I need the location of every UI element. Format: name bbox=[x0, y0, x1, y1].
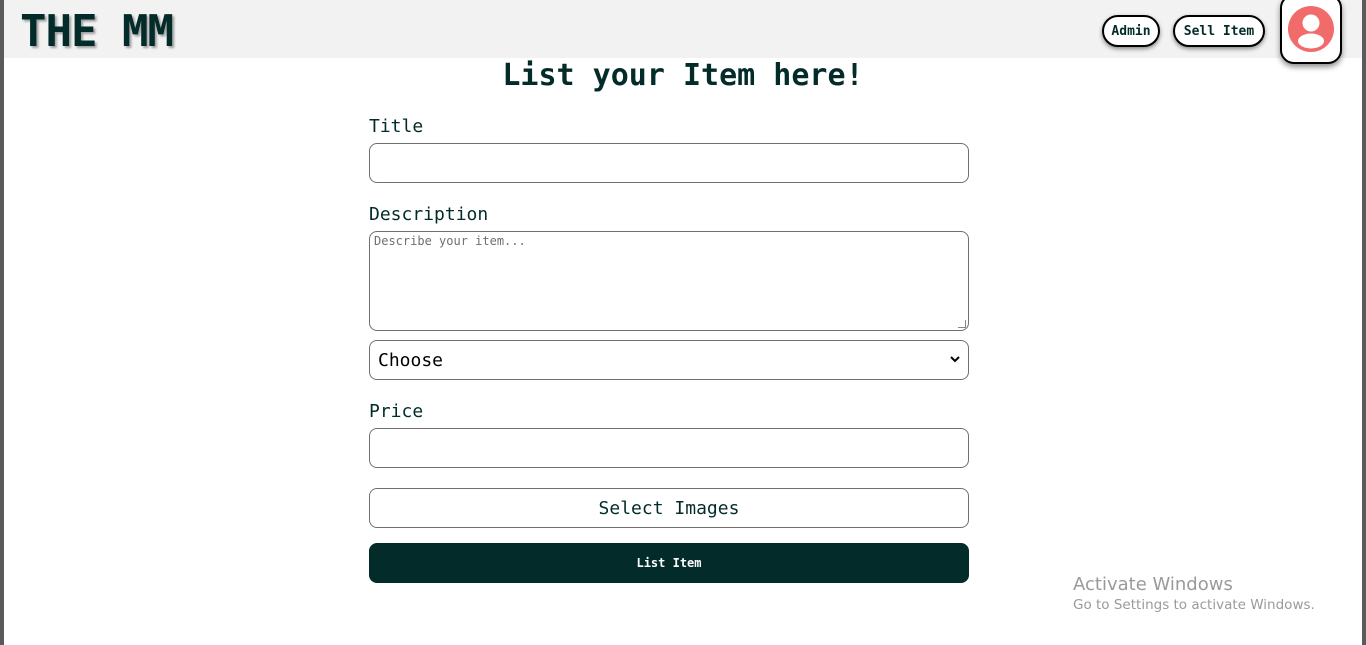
profile-button[interactable] bbox=[1280, 0, 1342, 64]
select-images-button[interactable]: Select Images bbox=[369, 488, 969, 528]
price-input[interactable] bbox=[369, 428, 969, 468]
price-label: Price bbox=[369, 401, 424, 422]
sell-item-button[interactable]: Sell Item bbox=[1173, 15, 1265, 47]
windows-activation-watermark: Activate Windows Go to Settings to activ… bbox=[1073, 574, 1315, 613]
resize-handle-icon[interactable] bbox=[958, 320, 966, 328]
window-border-left bbox=[0, 0, 4, 645]
user-circle-icon bbox=[1288, 6, 1334, 52]
page-title: List your Item here! bbox=[502, 58, 864, 93]
navbar: THE MM Admin Sell Item bbox=[4, 0, 1362, 64]
list-item-button[interactable]: List Item bbox=[369, 543, 969, 583]
site-logo[interactable]: THE MM bbox=[20, 6, 174, 57]
description-textarea[interactable]: Describe your item... bbox=[369, 231, 969, 331]
description-label: Description bbox=[369, 204, 489, 225]
title-input[interactable] bbox=[369, 143, 969, 183]
watermark-title: Activate Windows bbox=[1073, 574, 1233, 595]
category-select[interactable]: Choose bbox=[369, 340, 969, 380]
admin-button[interactable]: Admin bbox=[1102, 15, 1160, 47]
chevron-down-icon bbox=[950, 356, 960, 363]
window-border-right bbox=[1362, 0, 1366, 645]
watermark-subtitle: Go to Settings to activate Windows. bbox=[1073, 597, 1315, 613]
category-selected-value: Choose bbox=[378, 349, 444, 371]
description-placeholder: Describe your item... bbox=[374, 234, 526, 248]
title-label: Title bbox=[369, 116, 424, 137]
